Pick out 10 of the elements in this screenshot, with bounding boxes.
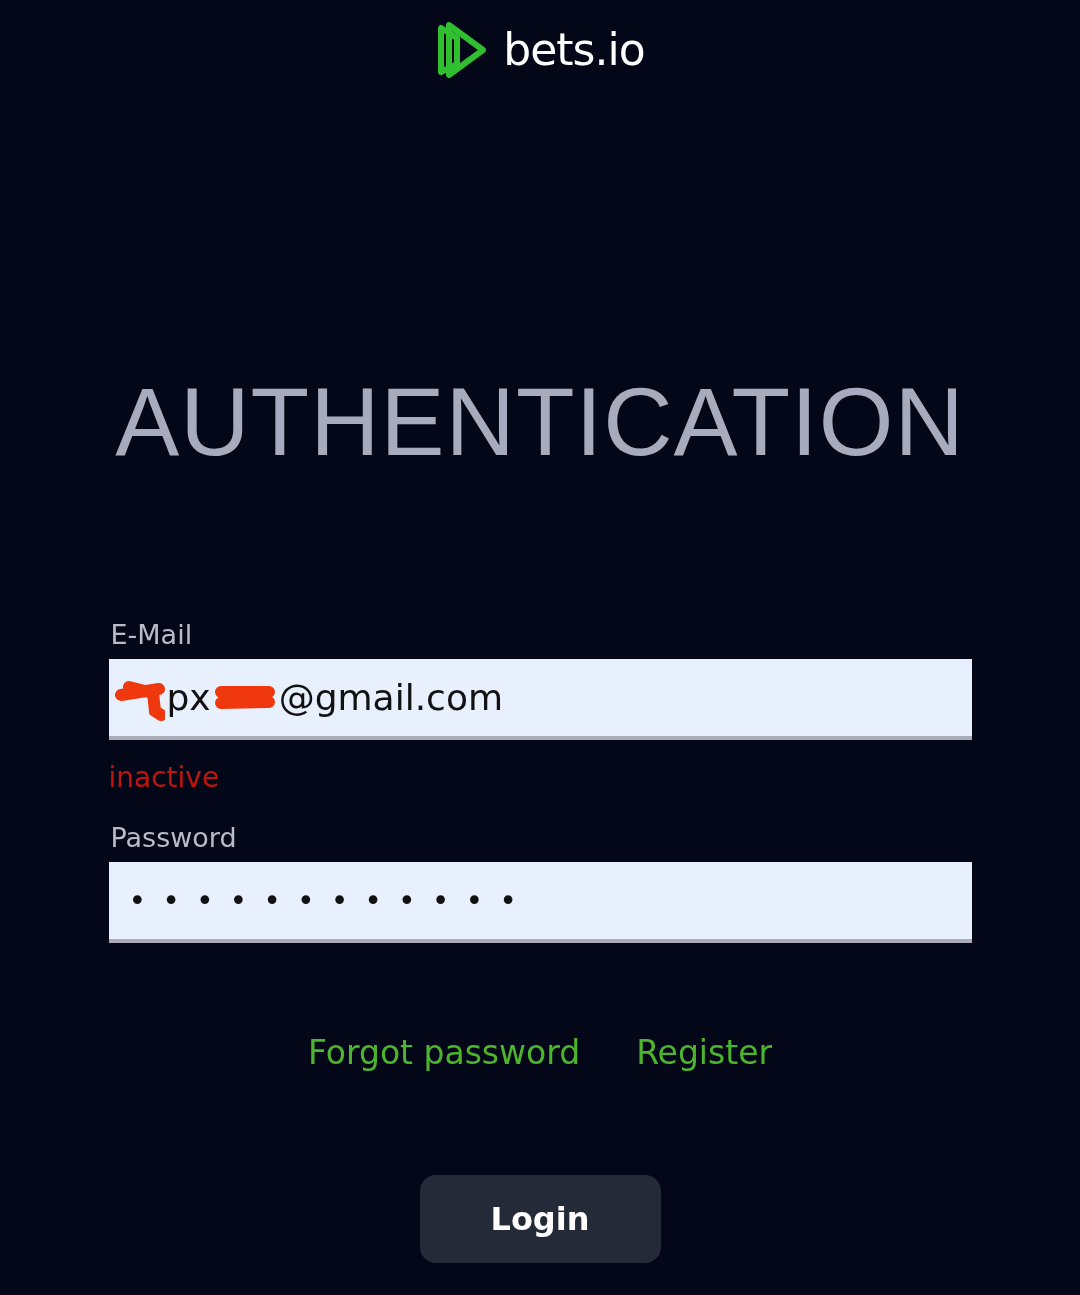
field-label: Password: [110, 821, 237, 855]
field-label: E-Mail: [110, 618, 193, 652]
login-button[interactable]: Login: [419, 1175, 661, 1263]
text-link[interactable]: Forgot password: [307, 1031, 581, 1075]
password-field[interactable]: ••••••••••••: [108, 862, 972, 943]
logo-text: bets.io: [503, 23, 645, 77]
email-field[interactable]: px @gmail.com: [108, 659, 972, 740]
error-message: inactive: [108, 760, 220, 796]
page-title: AUTHENTICATION: [115, 367, 965, 477]
text-link[interactable]: Register: [636, 1031, 773, 1075]
